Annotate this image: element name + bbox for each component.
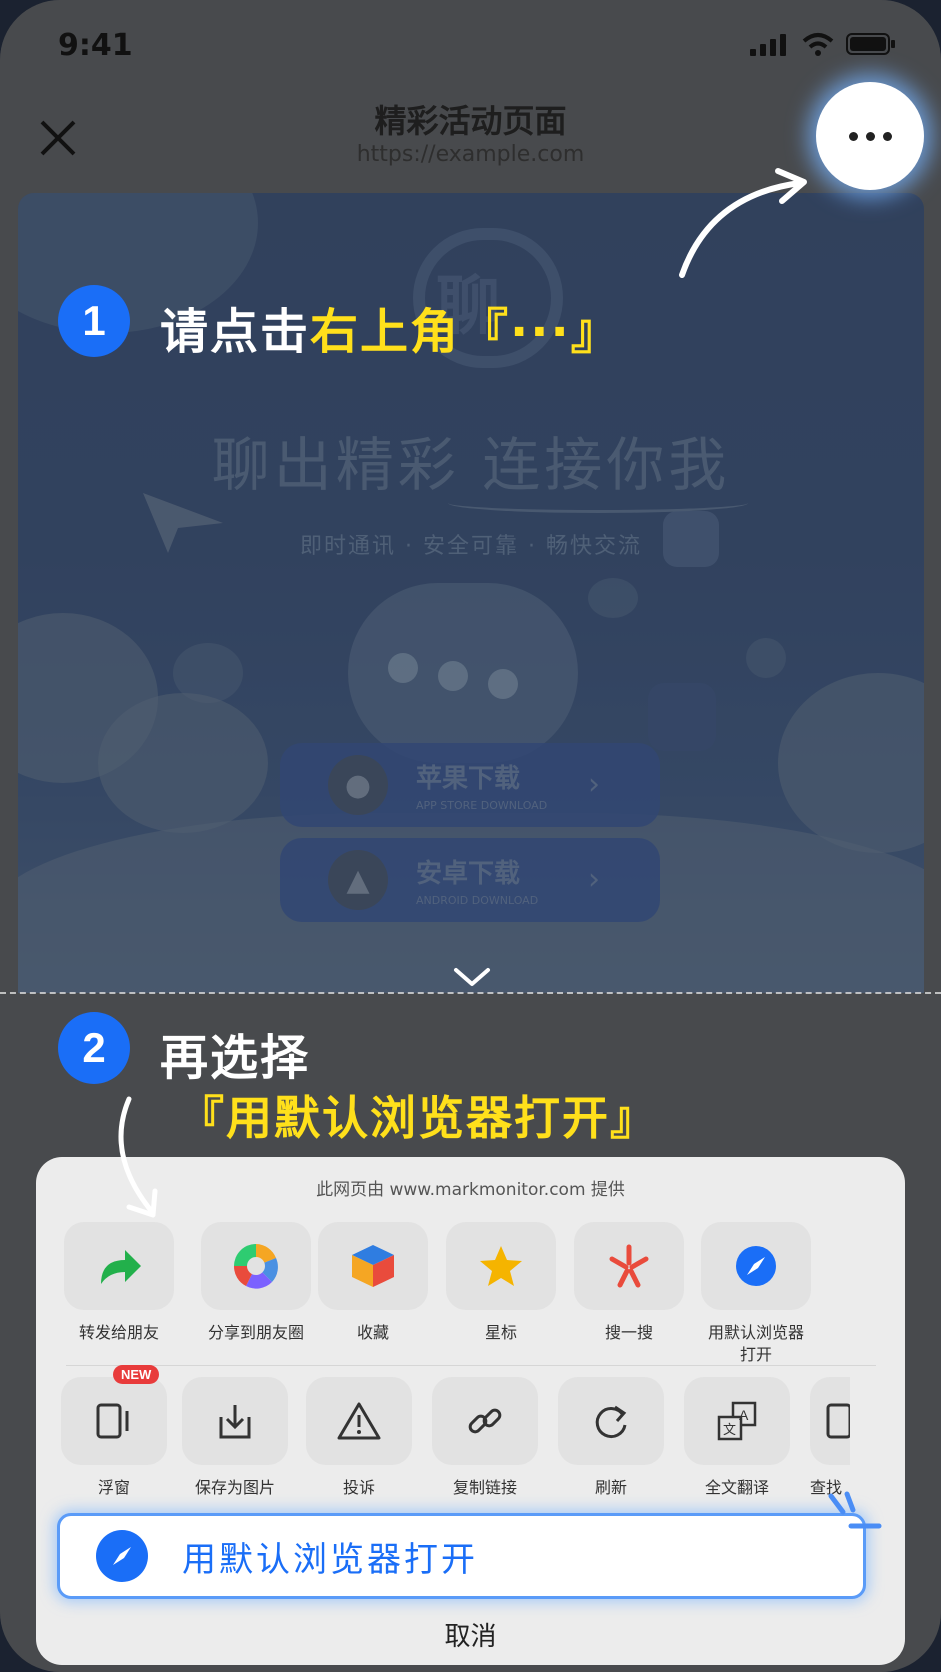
tile-report[interactable]: 投诉 [306, 1377, 412, 1499]
apple-download-label: 苹果下载 [416, 764, 521, 794]
chevron-right-icon: › [588, 767, 600, 802]
tile-search[interactable]: 搜一搜 [574, 1222, 684, 1344]
page-title: 精彩活动页面 [374, 102, 567, 140]
save-image-icon [219, 1405, 251, 1439]
tile-find[interactable]: 查找 [810, 1377, 850, 1499]
step2-line2: 『用默认浏览器打开』 [178, 1091, 658, 1145]
android-download-label: 安卓下载 [416, 859, 521, 889]
float-window-icon [96, 1403, 129, 1439]
tile-copy-link[interactable]: 复制链接 [432, 1377, 538, 1499]
more-menu-button[interactable] [816, 82, 924, 190]
sheet-separator [66, 1365, 876, 1366]
step1-text: 请点击右上角『···』 [160, 292, 621, 362]
battery-icon [846, 33, 895, 55]
tile-refresh[interactable]: 刷新 [558, 1377, 664, 1499]
tile-label: 用默认浏览器 打开 [707, 1323, 804, 1364]
link-icon [468, 1408, 502, 1434]
tile-translate[interactable]: A 文 全文翻译 [684, 1377, 790, 1499]
sparkle-icon [828, 1491, 882, 1529]
tile-label: 全文翻译 [704, 1478, 769, 1497]
tile-label: 搜一搜 [604, 1323, 653, 1342]
cloud [98, 693, 268, 833]
android-download-sub: ANDROID DOWNLOAD [416, 894, 539, 907]
arrow-to-more-icon [679, 168, 807, 278]
tile-label: 星标 [484, 1323, 517, 1342]
tile-float-window[interactable]: NEW 浮窗 [61, 1365, 167, 1499]
cloud [778, 673, 924, 853]
forward-icon [101, 1250, 141, 1284]
compass-icon [736, 1246, 776, 1286]
android-icon: ▲ [328, 850, 388, 910]
slogan-underline [448, 493, 748, 513]
tile-label: 收藏 [356, 1323, 389, 1342]
star-icon [480, 1246, 522, 1286]
status-bar: 9:41 [0, 0, 941, 90]
dot [865, 131, 875, 141]
small-chat-bubble [588, 578, 638, 618]
translate-icon: A 文 [717, 1401, 757, 1441]
apple-download-button[interactable]: ● 苹果下载 APP STORE DOWNLOAD › [280, 743, 660, 827]
tile-label: 分享到朋友圈 [207, 1323, 304, 1342]
step1-prefix: 请点击 [160, 304, 311, 360]
tile-forward[interactable]: 转发给朋友 [64, 1222, 174, 1344]
tile-label: 刷新 [594, 1478, 627, 1497]
apple-icon: ● [328, 755, 388, 815]
decor-sphere [746, 638, 786, 678]
open-in-browser-label: 用默认浏览器打开 [182, 1539, 478, 1580]
chat-bubble-illustration [348, 583, 578, 763]
user-card-icon [663, 511, 719, 567]
step2-badge: 2 [58, 1012, 130, 1084]
heart-card-icon [648, 683, 716, 751]
tile-label: 投诉 [342, 1478, 375, 1497]
apple-download-sub: APP STORE DOWNLOAD [416, 799, 548, 812]
chevron-right-icon: › [588, 862, 600, 897]
chevron-down-icon [454, 968, 490, 986]
search-one-icon [609, 1244, 649, 1288]
page-url: https://example.com [356, 142, 585, 167]
svg-text:文: 文 [723, 1423, 736, 1438]
dashed-divider [0, 992, 941, 994]
step2-line1: 再选择 [160, 1030, 311, 1086]
tile-star[interactable]: 星标 [446, 1222, 556, 1344]
step1-highlight: 右上角『···』 [310, 304, 621, 360]
svg-text:A: A [739, 1407, 749, 1423]
tile-label: 保存为图片 [194, 1478, 275, 1497]
tile-label: 转发给朋友 [78, 1323, 159, 1342]
dot [848, 131, 858, 141]
moments-icon [233, 1244, 278, 1289]
cancel-button[interactable]: 取消 [36, 1616, 905, 1653]
refresh-icon [595, 1405, 627, 1439]
tile-save-image[interactable]: 保存为图片 [182, 1377, 288, 1499]
open-in-browser-button[interactable]: 用默认浏览器打开 [57, 1513, 866, 1599]
dot [882, 131, 892, 141]
tile-favorite[interactable]: 收藏 [318, 1222, 428, 1344]
signal-icon [750, 34, 786, 56]
arrow-to-tile-icon [118, 1096, 158, 1218]
paper-plane-icon [143, 493, 223, 553]
tile-moments[interactable]: 分享到朋友圈 [186, 1222, 326, 1344]
favorite-cube-icon [352, 1245, 394, 1287]
find-icon [826, 1403, 850, 1439]
tile-label: 浮窗 [97, 1478, 130, 1497]
wifi-icon [802, 33, 834, 56]
phone-screen: 聊 聊出精彩 连接你我 即时通讯 · 安全可靠 · 畅快交流 ● 苹果下载 AP… [0, 0, 941, 1672]
step1-badge: 1 [58, 285, 130, 357]
status-time: 9:41 [58, 28, 133, 63]
tile-open-browser[interactable]: 用默认浏览器 打开 [696, 1222, 816, 1366]
tile-label: 复制链接 [452, 1478, 517, 1497]
new-badge: NEW [113, 1365, 160, 1384]
android-download-button[interactable]: ▲ 安卓下载 ANDROID DOWNLOAD › [280, 838, 660, 922]
compass-icon [96, 1530, 148, 1582]
warning-icon [337, 1402, 381, 1440]
